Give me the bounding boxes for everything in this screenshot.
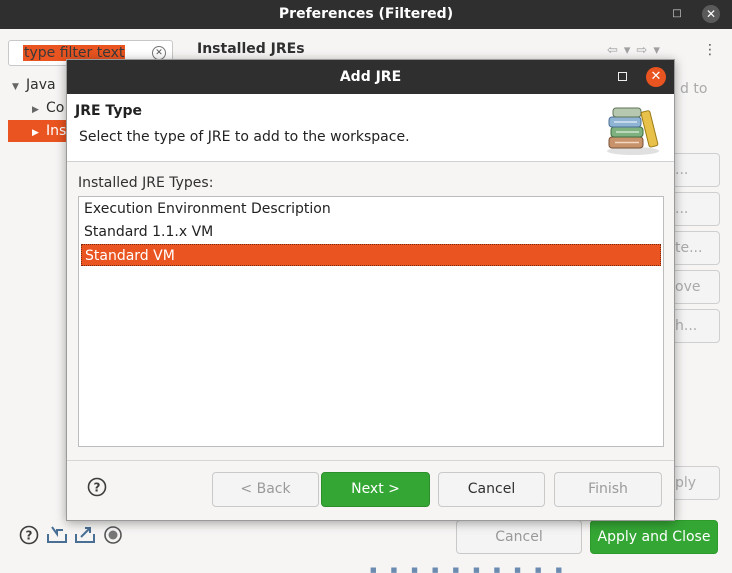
clear-filter-icon[interactable]: ✕ xyxy=(152,46,166,60)
bottom-toolbar: ? xyxy=(18,522,124,548)
preferences-titlebar: Preferences (Filtered) □ ✕ xyxy=(0,0,732,29)
forward-arrow-icon[interactable]: ⇨▾ xyxy=(636,43,665,58)
restore-icon[interactable]: □ xyxy=(670,7,684,21)
page-title: Installed JREs xyxy=(197,41,305,57)
expand-right-icon[interactable]: ▶ xyxy=(32,99,46,121)
record-icon[interactable] xyxy=(102,524,124,546)
close-icon[interactable]: ✕ xyxy=(702,5,720,23)
expand-right-icon[interactable]: ▶ xyxy=(32,122,46,144)
tree-item-java[interactable]: ▼ Java xyxy=(12,74,72,96)
history-nav: ⇦▾⇨▾ xyxy=(607,43,666,58)
wizard-banner: JRE Type Select the type of JRE to add t… xyxy=(67,94,674,162)
jre-types-list[interactable]: Execution Environment Description Standa… xyxy=(78,196,664,447)
tree-item-installed-jres[interactable]: ▶ Ins xyxy=(8,120,68,142)
taskbar-icons: ■■■■■■■■■■ xyxy=(370,566,577,573)
expand-down-icon[interactable]: ▼ xyxy=(12,76,26,98)
apply-button[interactable]: ply xyxy=(672,466,720,500)
description-text: d to xyxy=(680,81,708,97)
list-item[interactable]: Standard 1.1.x VM xyxy=(81,221,661,243)
help-icon[interactable]: ? xyxy=(18,524,40,546)
remove-button[interactable]: ove xyxy=(672,270,720,304)
apply-and-close-button[interactable]: Apply and Close xyxy=(590,520,718,554)
svg-text:?: ? xyxy=(26,529,33,543)
window-title: Preferences (Filtered) xyxy=(278,6,454,22)
export-icon[interactable] xyxy=(74,524,96,546)
add-jre-dialog: Add JRE ✕ JRE Type Select the type of JR… xyxy=(66,59,675,521)
dialog-titlebar: Add JRE ✕ xyxy=(67,60,674,94)
next-button[interactable]: Next > xyxy=(321,472,430,507)
finish-button[interactable]: Finish xyxy=(554,472,662,507)
cancel-button[interactable]: Cancel xyxy=(438,472,545,507)
tree-item-label: Java xyxy=(26,77,56,93)
list-item-selected[interactable]: Standard VM xyxy=(81,244,661,266)
tree-item-label: Co xyxy=(46,100,65,116)
edit-button[interactable]: ... xyxy=(672,192,720,226)
divider xyxy=(67,460,674,461)
add-button[interactable]: ... xyxy=(672,153,720,187)
list-item[interactable]: Execution Environment Description xyxy=(81,198,661,220)
import-icon[interactable] xyxy=(46,524,68,546)
jre-types-label: Installed JRE Types: xyxy=(78,175,214,191)
tree-item-label: Ins xyxy=(46,123,67,139)
duplicate-button[interactable]: te... xyxy=(672,231,720,265)
svg-text:?: ? xyxy=(94,481,101,495)
close-icon[interactable]: ✕ xyxy=(646,67,666,87)
wizard-page-title: JRE Type xyxy=(75,103,142,119)
maximize-icon[interactable] xyxy=(618,72,627,81)
wizard-page-description: Select the type of JRE to add to the wor… xyxy=(79,129,410,145)
back-button[interactable]: < Back xyxy=(212,472,319,507)
jre-library-icon xyxy=(607,107,659,155)
dialog-title: Add JRE xyxy=(339,69,402,85)
cancel-button[interactable]: Cancel xyxy=(456,520,582,554)
search-button[interactable]: h... xyxy=(672,309,720,343)
help-icon[interactable]: ? xyxy=(87,477,107,497)
back-arrow-icon[interactable]: ⇦▾ xyxy=(607,43,636,58)
menu-icon[interactable]: ⋮ xyxy=(703,42,717,58)
